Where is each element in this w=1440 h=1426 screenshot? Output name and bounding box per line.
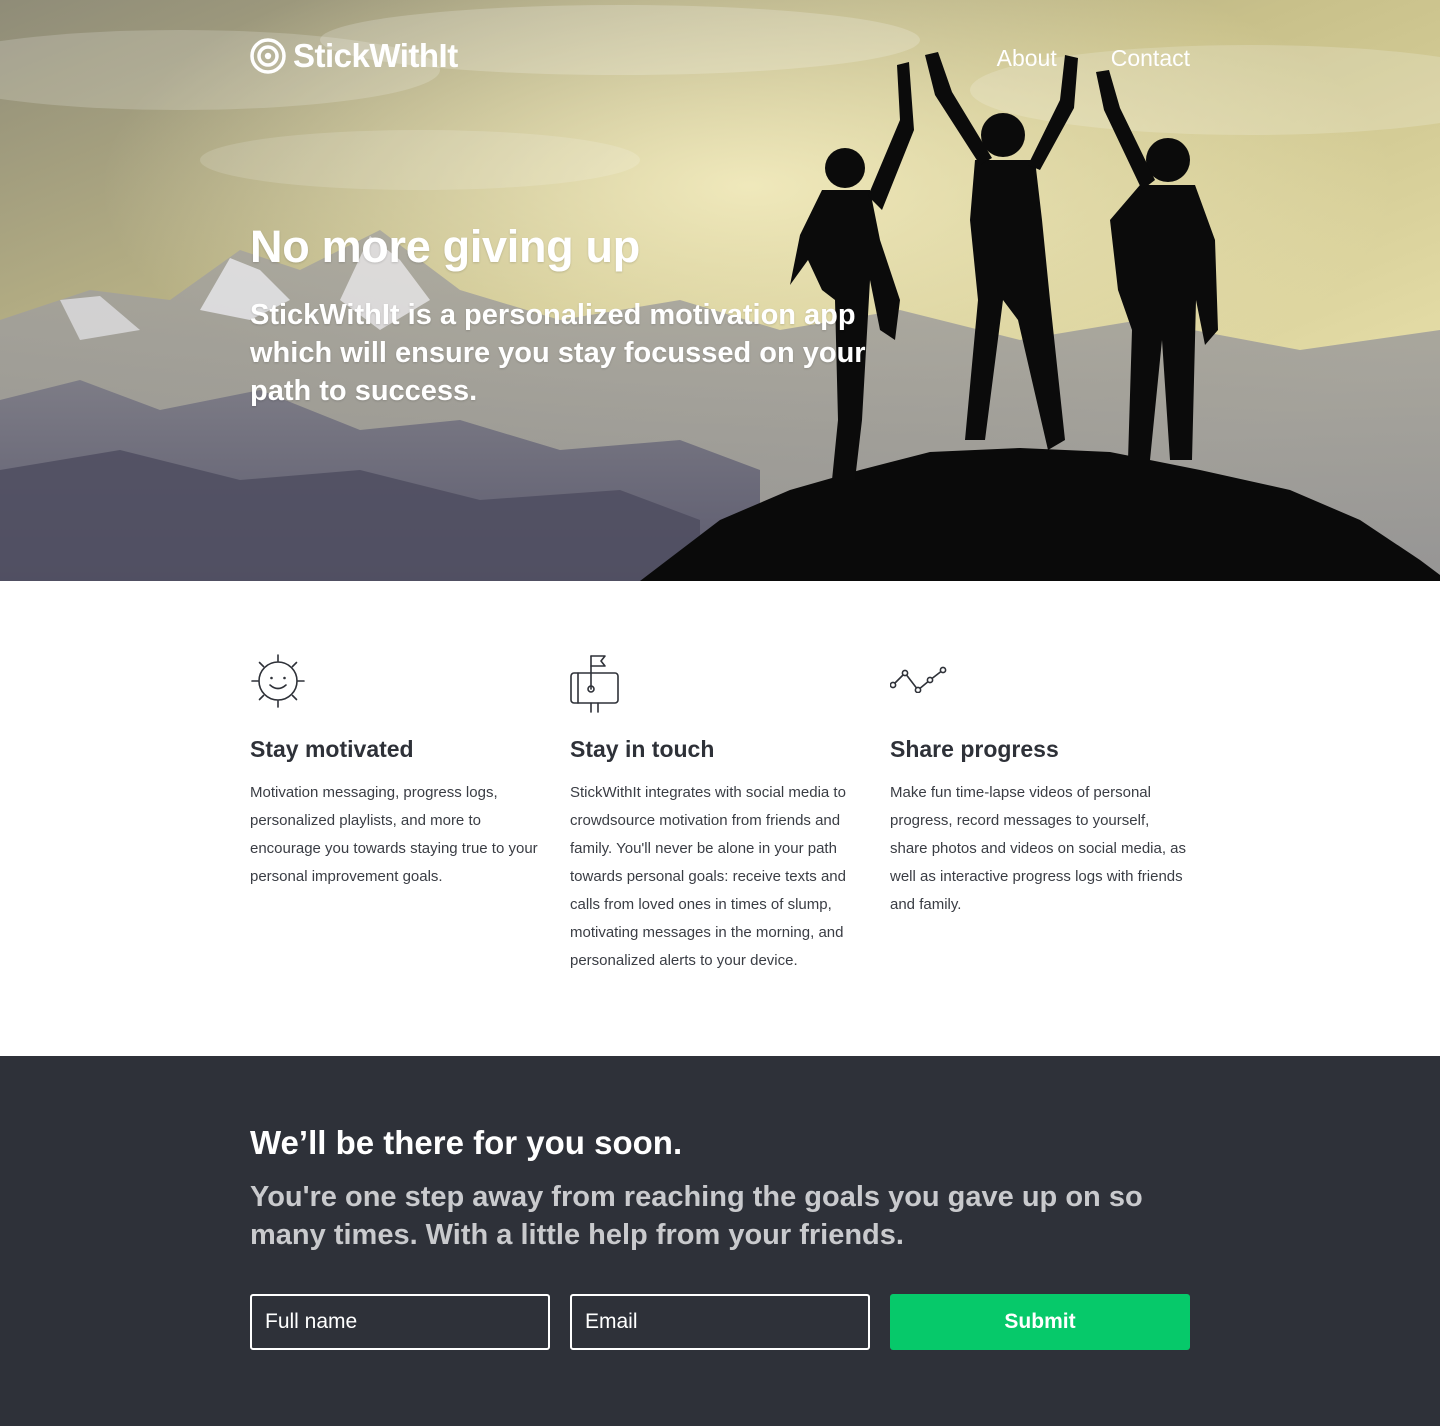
line-graph-icon bbox=[890, 666, 947, 693]
feature-description: Make fun time-lapse videos of personal p… bbox=[890, 784, 1187, 913]
logo[interactable]: StickWithIt bbox=[250, 37, 458, 75]
hero-section: StickWithIt About Contact No more giving… bbox=[0, 0, 1440, 581]
signup-section: We’ll be there for you soon. You're one … bbox=[0, 1056, 1440, 1426]
smiley-sun-icon bbox=[251, 654, 305, 708]
feature-title: Stay motivated bbox=[250, 736, 414, 762]
hero-subtitle: StickWithIt is a personalized motivation… bbox=[250, 299, 866, 407]
full-name-input[interactable] bbox=[250, 1294, 550, 1350]
submit-button[interactable]: Submit bbox=[890, 1294, 1190, 1350]
feature-description: Motivation messaging, progress logs, per… bbox=[250, 784, 538, 885]
feature-title: Share progress bbox=[890, 736, 1059, 762]
feature-title: Stay in touch bbox=[570, 736, 715, 762]
logo-text: StickWithIt bbox=[293, 37, 458, 74]
nav-link-about[interactable]: About bbox=[997, 45, 1057, 72]
nav-link-contact[interactable]: Contact bbox=[1111, 45, 1190, 72]
hero-content: StickWithIt About Contact No more giving… bbox=[250, 0, 1190, 581]
email-input[interactable] bbox=[570, 1294, 870, 1350]
main-nav: About Contact bbox=[997, 45, 1190, 72]
mailbox-flag-icon bbox=[570, 655, 619, 713]
feature-description: StickWithIt integrates with social media… bbox=[570, 784, 846, 969]
cta-title: We’ll be there for you soon. bbox=[250, 1124, 683, 1161]
target-icon bbox=[250, 38, 286, 74]
cta-subtitle: You're one step away from reaching the g… bbox=[250, 1181, 1143, 1251]
hero-title: No more giving up bbox=[250, 221, 640, 272]
